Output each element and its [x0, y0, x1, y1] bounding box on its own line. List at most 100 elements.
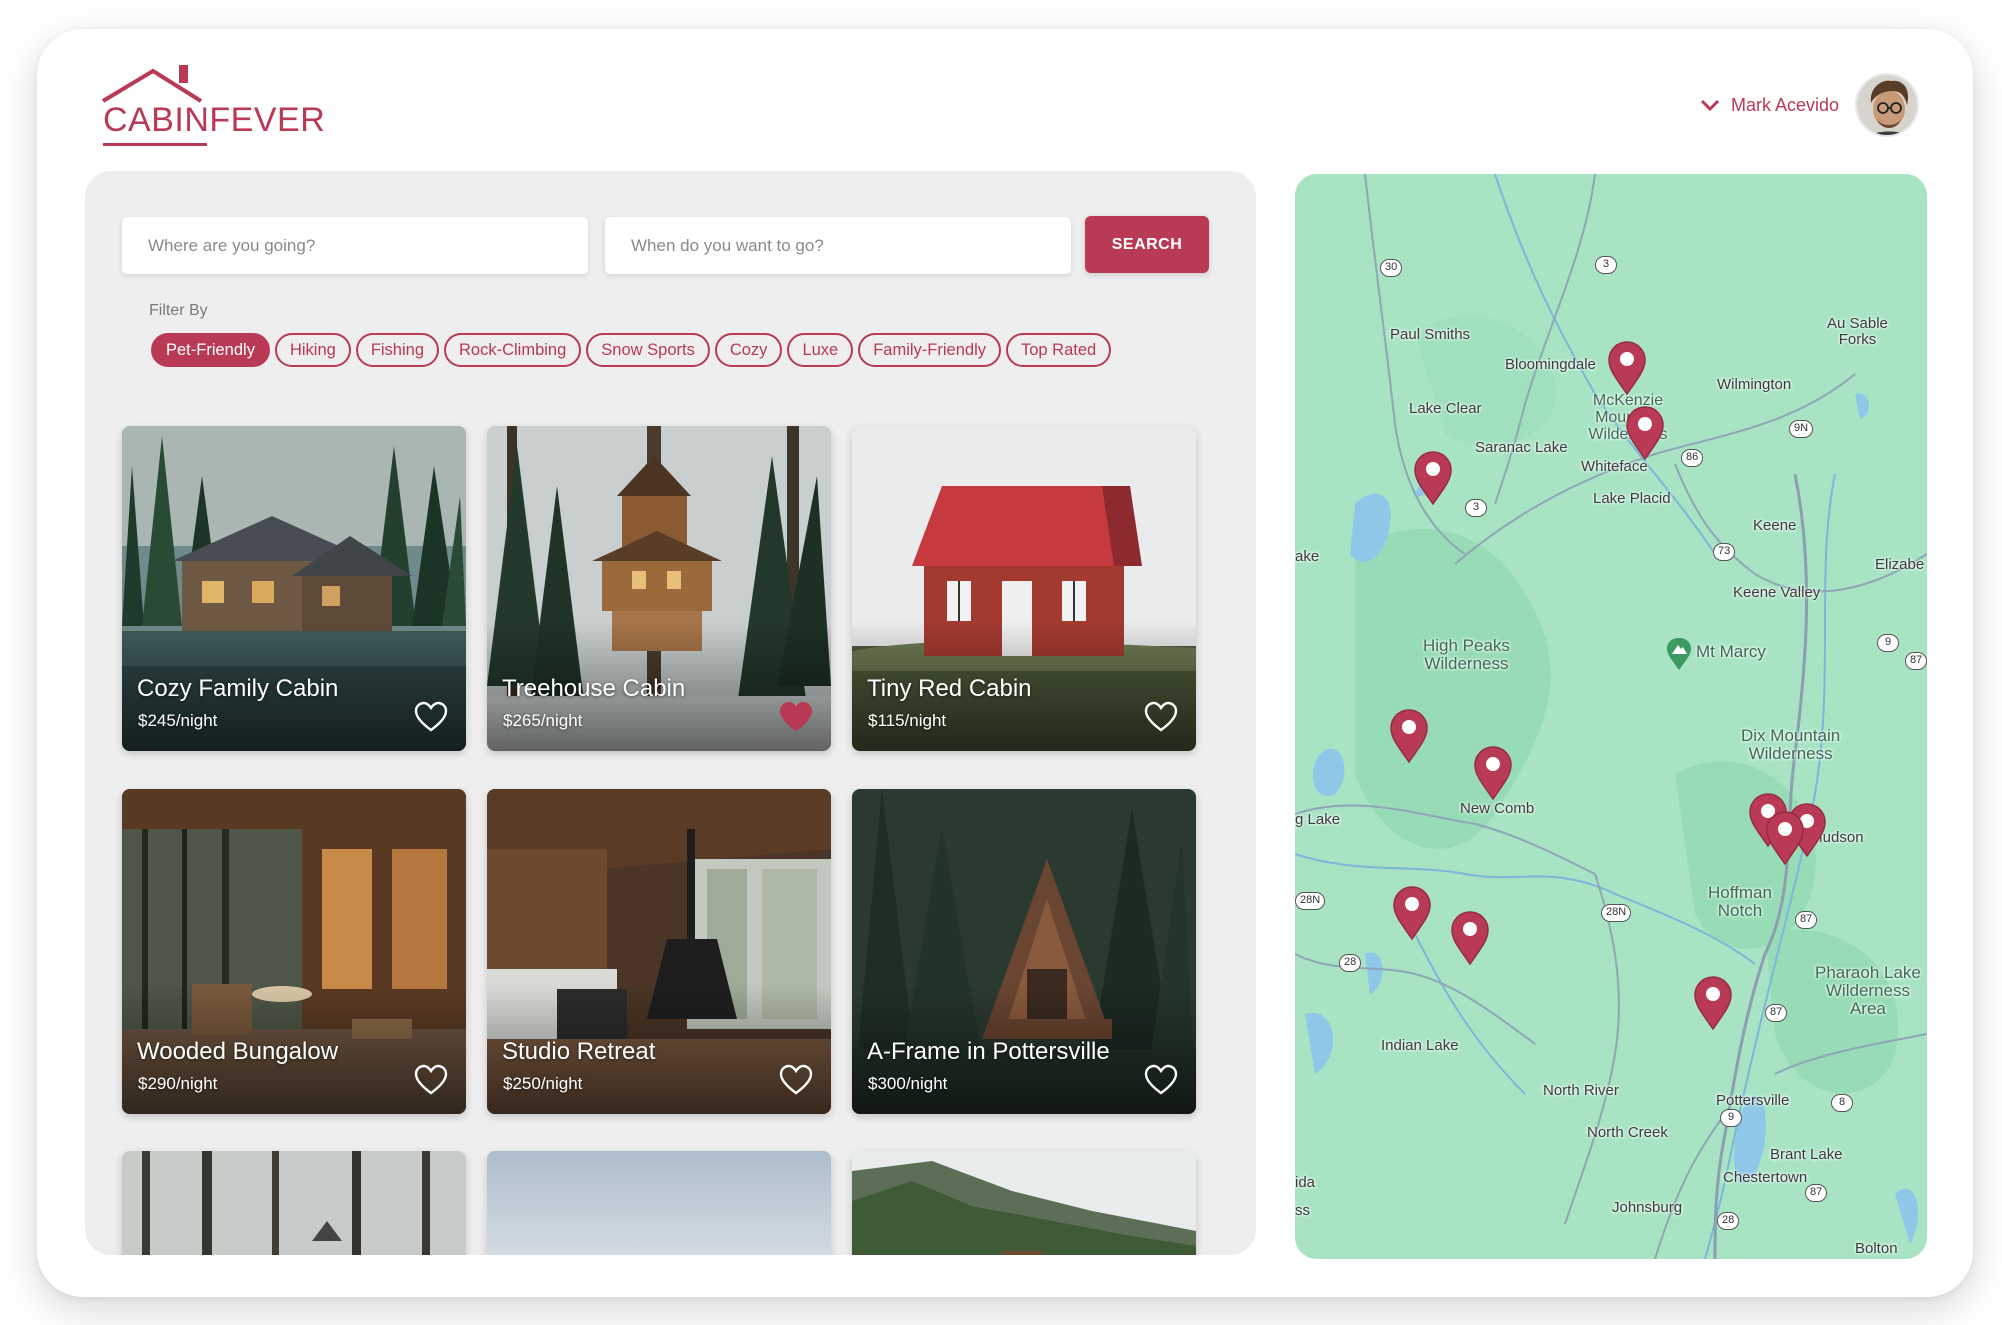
map-region-label: Hoffman Notch — [1708, 883, 1772, 920]
map-label: Keene — [1753, 517, 1797, 534]
map-label: Elizabe — [1875, 556, 1925, 573]
route-shield: 73 — [1713, 543, 1736, 561]
filter-chip-cozy[interactable]: Cozy — [714, 333, 783, 367]
route-shield: 87 — [1805, 1184, 1828, 1202]
route-shield: 30 — [1380, 259, 1403, 277]
map-pin-icon[interactable] — [1450, 910, 1490, 966]
map-label: Lake Clear — [1409, 400, 1482, 417]
route-shield: 87 — [1765, 1004, 1788, 1022]
listing-price: $290/night — [138, 1074, 218, 1093]
listings-panel: SEARCH Filter By Pet-Friendly Hiking Fis… — [85, 171, 1256, 1255]
listing-card[interactable] — [852, 1151, 1196, 1255]
filter-chip-top-rated[interactable]: Top Rated — [1005, 333, 1112, 367]
map-label: g Lake — [1295, 811, 1341, 828]
map-pin-icon[interactable] — [1473, 745, 1513, 801]
map-label: Saranac Lake — [1475, 439, 1568, 456]
heart-outline-icon[interactable] — [1144, 1064, 1178, 1096]
heart-filled-icon[interactable] — [779, 701, 813, 733]
mountain-photo — [852, 1151, 1196, 1255]
destination-input[interactable] — [122, 217, 588, 274]
route-shield: 9N — [1789, 420, 1814, 438]
heart-outline-icon[interactable] — [779, 1064, 813, 1096]
heart-outline-icon[interactable] — [414, 701, 448, 733]
listing-title: Treehouse Cabin — [502, 675, 686, 702]
map-label: Lake Placid — [1593, 490, 1671, 507]
listing-card[interactable]: Wooded Bungalow $290/night — [122, 789, 466, 1114]
route-shield: 28N — [1601, 904, 1632, 922]
heart-outline-icon[interactable] — [1144, 701, 1178, 733]
filter-chip-hiking[interactable]: Hiking — [274, 333, 351, 367]
map-pin-icon[interactable] — [1625, 405, 1665, 461]
brand-name: CABINFEVER — [103, 101, 326, 139]
filter-chip-pet-friendly[interactable]: Pet-Friendly — [151, 333, 270, 367]
map-label: Johnsburg — [1612, 1199, 1683, 1216]
map-region-label: High Peaks Wilderness — [1423, 636, 1510, 673]
filter-chip-fishing[interactable]: Fishing — [355, 333, 440, 367]
filter-chip-family-friendly[interactable]: Family-Friendly — [858, 333, 1001, 367]
map-label: Bolton — [1855, 1240, 1898, 1257]
map-pin-icon[interactable] — [1413, 450, 1453, 506]
route-shield: 9 — [1720, 1109, 1742, 1127]
map-label: ake — [1295, 548, 1320, 565]
map-label: Mt Marcy — [1696, 642, 1766, 661]
map-label: Wilmington — [1717, 376, 1792, 393]
listing-price: $265/night — [503, 711, 583, 730]
user-menu[interactable]: Mark Acevido — [1699, 73, 1919, 137]
filter-chip-luxe[interactable]: Luxe — [787, 333, 854, 367]
listing-price: $245/night — [138, 711, 218, 730]
chevron-down-icon[interactable] — [1699, 94, 1721, 116]
listing-title: Studio Retreat — [502, 1038, 656, 1065]
listing-price: $115/night — [868, 711, 947, 730]
house-roof-icon — [101, 65, 203, 103]
map-label: Paul Smiths — [1390, 326, 1471, 343]
route-shield: 87 — [1905, 652, 1927, 670]
listing-card[interactable]: A-Frame in Pottersville $300/night — [852, 789, 1196, 1114]
map-pin-icon[interactable] — [1392, 885, 1432, 941]
route-shield: 86 — [1681, 449, 1704, 467]
filter-chips: Pet-Friendly Hiking Fishing Rock-Climbin… — [151, 333, 1112, 367]
listing-title: A-Frame in Pottersville — [867, 1038, 1110, 1065]
logo-underline — [103, 143, 207, 146]
route-shield: 28N — [1295, 892, 1326, 910]
map-view[interactable]: Paul Smiths Bloomingdale Au Sable Forks … — [1295, 174, 1927, 1259]
listing-card[interactable]: Tiny Red Cabin $115/night — [852, 426, 1196, 751]
map-label: New Comb — [1460, 800, 1535, 817]
search-button[interactable]: SEARCH — [1085, 216, 1209, 273]
map-pin-icon[interactable] — [1607, 340, 1647, 396]
listing-title: Wooded Bungalow — [137, 1038, 339, 1065]
map-label: Brant Lake — [1770, 1146, 1843, 1163]
map-pin-icon[interactable] — [1693, 975, 1733, 1031]
filter-chip-snow-sports[interactable]: Snow Sports — [586, 333, 710, 367]
filter-chip-rock-climbing[interactable]: Rock-Climbing — [444, 333, 582, 367]
route-shield: 3 — [1595, 256, 1617, 274]
heart-outline-icon[interactable] — [414, 1064, 448, 1096]
avatar[interactable] — [1855, 73, 1919, 137]
map-label: Bloomingdale — [1505, 356, 1596, 373]
listing-price: $300/night — [868, 1074, 948, 1093]
map-region-label: Pharaoh Lake Wilderness Area — [1815, 963, 1921, 1018]
listing-card[interactable]: Treehouse Cabin $265/night — [487, 426, 831, 751]
mountain-peak-icon[interactable] — [1665, 637, 1693, 671]
map-pin-icon[interactable] — [1389, 708, 1429, 764]
listing-card[interactable]: Cozy Family Cabin $245/night — [122, 426, 466, 751]
route-shield: 28 — [1717, 1212, 1740, 1230]
listing-card[interactable] — [122, 1151, 466, 1255]
listing-card[interactable] — [487, 1151, 831, 1255]
map-label: Chestertown — [1723, 1169, 1808, 1186]
date-input[interactable] — [605, 217, 1071, 274]
listing-card[interactable]: Studio Retreat $250/night — [487, 789, 831, 1114]
forest-photo — [122, 1151, 466, 1255]
map-label: Indian Lake — [1381, 1037, 1459, 1054]
route-shield: 87 — [1795, 911, 1818, 929]
listing-title: Cozy Family Cabin — [137, 675, 339, 702]
cabinfever-logo[interactable]: CABINFEVER — [101, 63, 325, 146]
user-name[interactable]: Mark Acevido — [1731, 95, 1839, 116]
map-pin-icon[interactable] — [1765, 810, 1805, 866]
route-shield: 3 — [1465, 499, 1487, 517]
listing-price: $250/night — [503, 1074, 583, 1093]
route-shield: 9 — [1877, 634, 1899, 652]
route-shield: 8 — [1831, 1094, 1853, 1112]
map-region-label: Dix Mountain Wilderness — [1741, 726, 1841, 763]
route-shield: 28 — [1339, 954, 1362, 972]
map-label: ida — [1295, 1174, 1316, 1191]
